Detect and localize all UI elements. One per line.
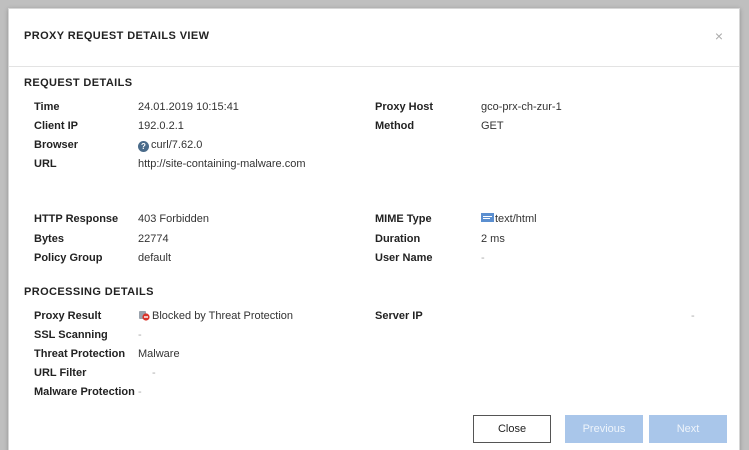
malware-protection-label: Malware Protection [34,386,135,398]
url-label: URL [34,158,57,170]
html-file-icon [481,213,494,222]
processing-details-heading: PROCESSING DETAILS [24,286,154,298]
proxy-host-label: Proxy Host [375,101,434,113]
duration-value: 2 ms [481,233,505,245]
next-button[interactable]: Next [649,415,727,443]
threat-blocked-icon [139,311,150,321]
server-ip-label: Server IP [375,310,423,322]
ssl-scanning-value: - [138,329,142,341]
mime-type-value-wrap: text/html [481,212,537,226]
mime-type-value: text/html [495,213,537,225]
proxy-result-value: Blocked by Threat Protection [152,310,294,322]
dialog-header: PROXY REQUEST DETAILS VIEW × [9,9,739,67]
help-icon[interactable]: ? [138,141,149,152]
time-value: 24.01.2019 10:15:41 [138,101,239,113]
request-details-heading: REQUEST DETAILS [24,77,133,89]
dialog-title: PROXY REQUEST DETAILS VIEW [24,30,210,42]
http-response-label: HTTP Response [34,213,119,225]
url-filter-value: - [152,367,156,379]
malware-protection-value: - [138,386,142,398]
threat-protection-label: Threat Protection [34,348,126,360]
browser-value-wrap: ? curl/7.62.0 [138,138,202,152]
duration-label: Duration [375,233,421,245]
threat-protection-value: Malware [138,348,180,360]
proxy-result-value-wrap: Blocked by Threat Protection [138,309,293,323]
user-name-label: User Name [375,252,433,264]
bytes-label: Bytes [34,233,64,245]
url-filter-label: URL Filter [34,367,87,379]
user-name-value: - [481,252,485,264]
client-ip-label: Client IP [34,120,79,132]
method-label: Method [375,120,415,132]
server-ip-value: - [691,310,695,322]
browser-value: curl/7.62.0 [151,139,203,151]
bytes-value: 22774 [138,233,169,245]
client-ip-value: 192.0.2.1 [138,120,184,132]
mime-type-label: MIME Type [375,213,432,225]
proxy-result-label: Proxy Result [34,310,102,322]
close-button[interactable]: Close [473,415,551,443]
ssl-scanning-label: SSL Scanning [34,329,108,341]
method-value: GET [481,120,504,132]
close-icon[interactable]: × [715,29,723,43]
time-label: Time [34,101,60,113]
http-response-value: 403 Forbidden [138,213,209,225]
proxy-host-value: gco-prx-ch-zur-1 [481,101,562,113]
policy-group-label: Policy Group [34,252,103,264]
policy-group-value: default [138,252,172,264]
browser-label: Browser [34,139,79,151]
previous-button[interactable]: Previous [565,415,643,443]
url-value: http://site-containing-malware.com [138,158,306,170]
proxy-request-details-dialog: PROXY REQUEST DETAILS VIEW × REQUEST DET… [8,8,740,450]
